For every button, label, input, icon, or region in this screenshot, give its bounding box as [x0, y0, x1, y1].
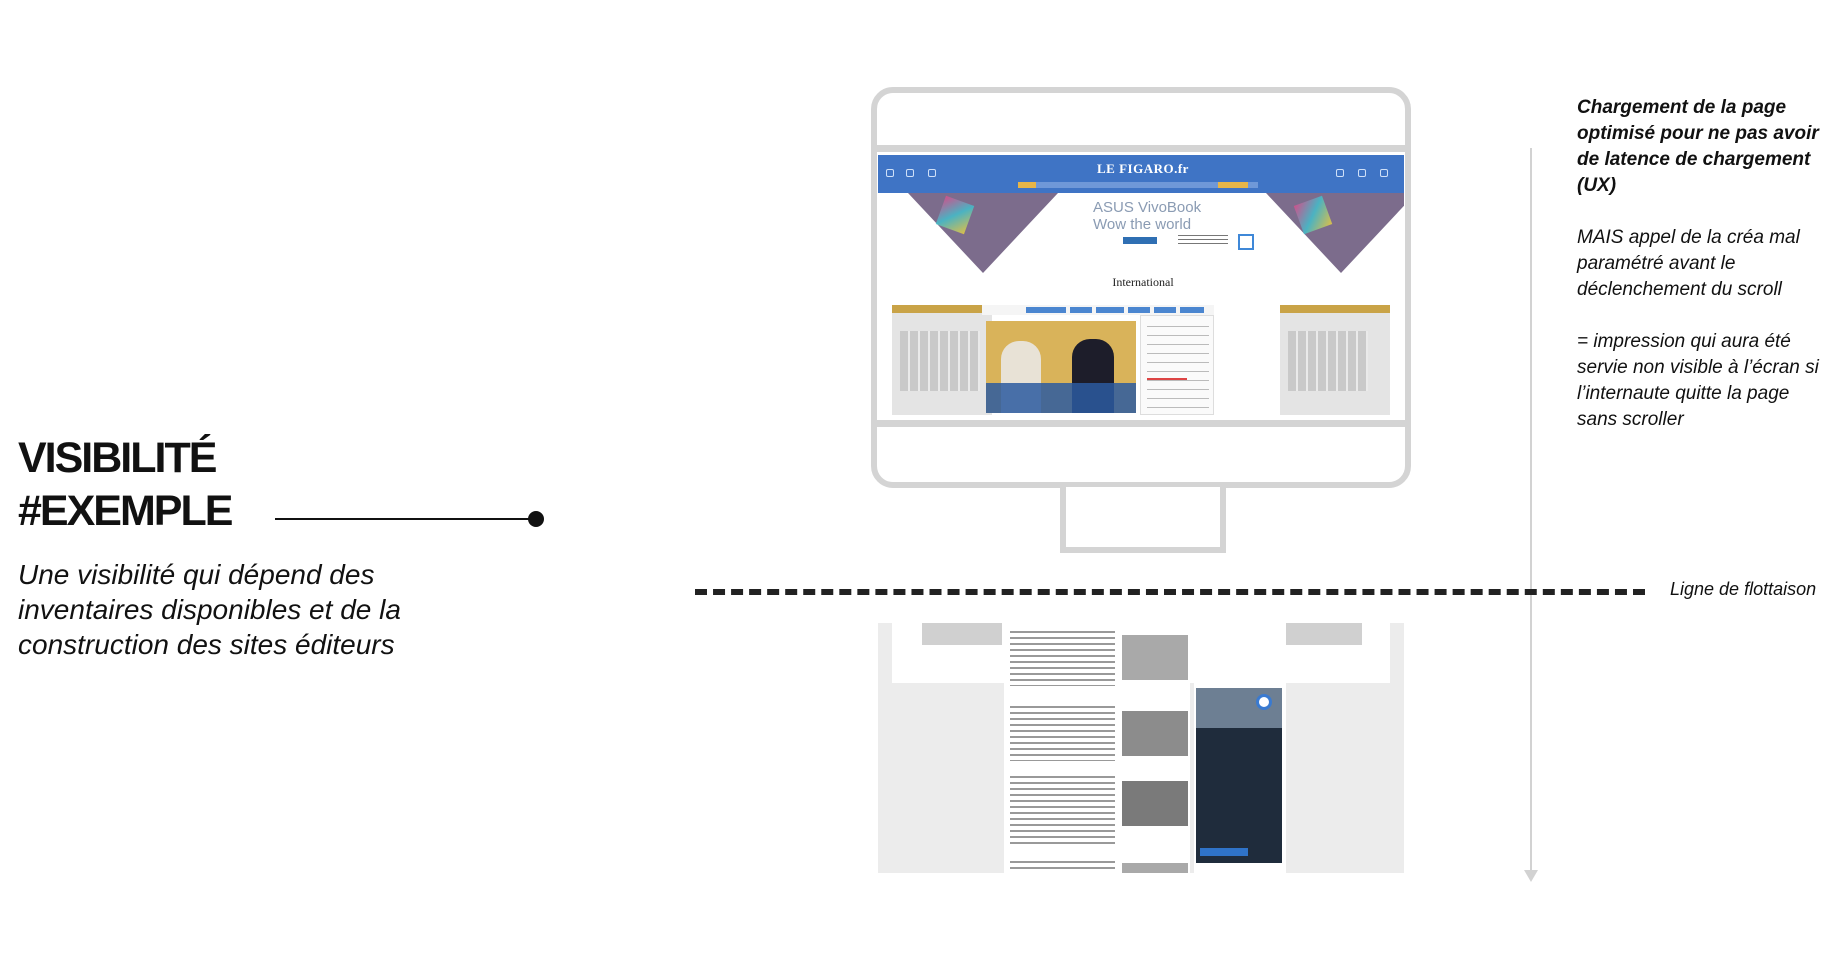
- ad-laptop-right: [1280, 305, 1390, 415]
- ad-laptop-left: [892, 305, 992, 415]
- account-icon: [1336, 169, 1344, 177]
- ad-visual-left: [908, 193, 1058, 273]
- explanation-note: Chargement de la page optimisé pour ne p…: [1577, 95, 1827, 459]
- brand-logo-icon: [1256, 694, 1272, 710]
- slide-subtitle: Une visibilité qui dépend des inventaire…: [18, 559, 401, 660]
- site-logo: LE FIGARO.fr: [1097, 161, 1189, 176]
- hero-article-image: [986, 321, 1136, 413]
- article-list: [1004, 623, 1190, 873]
- news-sidebar: [1140, 315, 1214, 415]
- title-line-2: #EXEMPLE: [18, 487, 233, 535]
- ad-cta: [1123, 237, 1157, 244]
- ad-visual-right: [1266, 193, 1404, 273]
- website-screenshot-below-fold: [878, 623, 1404, 873]
- section-title: International: [1112, 275, 1174, 289]
- ad-cta-button: [1200, 848, 1248, 856]
- fold-line-label: Ligne de flottaison: [1670, 579, 1817, 599]
- user-icon: [928, 169, 936, 177]
- note-paragraph-1: Chargement de la page optimisé pour ne p…: [1577, 97, 1819, 196]
- subscribe-icon: [1380, 169, 1388, 177]
- connector-line: [275, 518, 535, 520]
- monitor-top-bezel: [877, 145, 1405, 152]
- scroll-arrow-head: [1524, 870, 1538, 882]
- cart-icon: [1358, 169, 1366, 177]
- fold-line: [695, 589, 1645, 595]
- monitor-stand: [1060, 487, 1226, 553]
- hero-caption: [986, 383, 1136, 413]
- title-line-1: VISIBILITÉ: [18, 434, 217, 482]
- site-nav: [1018, 182, 1258, 188]
- slide-title: VISIBILITÉ #EXEMPLE: [18, 432, 233, 538]
- ad-headline: ASUS VivoBook Wow the world: [1093, 199, 1202, 233]
- note-paragraph-3: = impression qui aura été servie non vis…: [1577, 331, 1819, 430]
- section-tags: [982, 305, 1214, 315]
- ad-fine-print: [1178, 235, 1228, 245]
- display-ad: [1196, 688, 1282, 863]
- ad-brand-icon: [1238, 234, 1254, 250]
- scroll-arrow-line: [1530, 148, 1532, 870]
- search-icon: [906, 169, 914, 177]
- menu-icon: [886, 169, 894, 177]
- monitor-bottom-bezel: [877, 420, 1405, 427]
- site-header: LE FIGARO.fr: [878, 155, 1404, 193]
- note-paragraph-2: MAIS appel de la créa mal paramétré avan…: [1577, 227, 1800, 300]
- website-screenshot-above-fold: LE FIGARO.fr ASUS VivoBook Wow the world…: [878, 155, 1404, 418]
- connector-dot: [528, 511, 544, 527]
